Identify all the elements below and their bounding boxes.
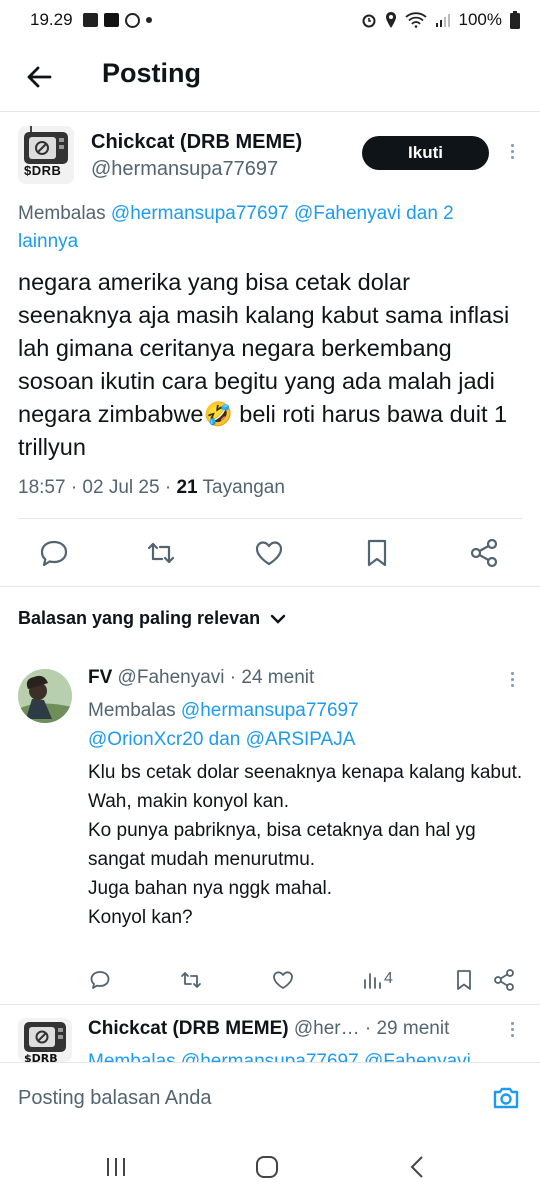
reply-line: Juga bahan nya nggk mahal. xyxy=(88,878,333,899)
views-label: Tayangan xyxy=(197,477,285,498)
camera-icon[interactable] xyxy=(492,1085,520,1111)
like-icon[interactable] xyxy=(252,536,286,570)
view-count[interactable]: 21 xyxy=(176,477,197,498)
post-actions xyxy=(0,532,540,574)
reply-avatar[interactable] xyxy=(18,669,72,723)
reply2-author-name[interactable]: Chickcat (DRB MEME) xyxy=(88,1018,289,1039)
reply-prefix: Membalas xyxy=(88,700,181,721)
more-options-icon[interactable] xyxy=(509,144,515,159)
system-nav-bar xyxy=(0,1128,540,1200)
reply-composer[interactable]: Posting balasan Anda xyxy=(0,1062,540,1128)
status-bar: 19.29 100% xyxy=(0,0,540,40)
battery-icon xyxy=(510,11,520,29)
reply-context: Membalas @hermansupa77697 @Fahenyavi dan… xyxy=(18,200,518,256)
reply-line: Klu bs cetak dolar seenaknya kenapa kala… xyxy=(88,762,523,783)
actions-divider xyxy=(0,586,540,587)
reply2-handle[interactable]: @her… xyxy=(289,1018,360,1039)
author-handle[interactable]: @hermansupa77697 xyxy=(91,158,278,181)
reply-handle-time[interactable]: @Fahenyavi · 24 menit xyxy=(112,667,315,688)
sort-label: Balasan yang paling relevan xyxy=(18,608,261,628)
signal-icon xyxy=(435,14,450,27)
reply2-more-options-icon[interactable] xyxy=(509,1022,515,1037)
author-avatar[interactable]: $DRB xyxy=(18,126,74,184)
location-icon xyxy=(385,12,396,28)
facebook-icon xyxy=(103,13,119,27)
battery-percent: 100% xyxy=(458,10,502,29)
share-icon[interactable] xyxy=(467,536,501,570)
repost-icon[interactable] xyxy=(179,968,203,992)
notification-dot-icon xyxy=(145,17,152,23)
post-timestamp: 18:57 · 02 Jul 25 · xyxy=(18,477,177,498)
meta-divider xyxy=(18,518,522,519)
reply-divider xyxy=(0,1004,540,1005)
reply-actions: 4 xyxy=(0,966,540,996)
post-text: negara amerika yang bisa cetak dolar see… xyxy=(18,269,510,460)
bookmark-icon[interactable] xyxy=(360,536,394,570)
back-arrow-icon[interactable] xyxy=(24,62,54,92)
back-nav-icon[interactable] xyxy=(408,1156,426,1178)
alarm-icon xyxy=(362,14,376,28)
avatar-text: $DRB xyxy=(24,163,62,178)
share-icon[interactable] xyxy=(492,968,516,992)
svg-text:$DRB: $DRB xyxy=(24,1052,58,1062)
reply-icon[interactable] xyxy=(88,968,112,992)
recent-apps-icon[interactable] xyxy=(104,1156,128,1178)
reply-view-count: 4 xyxy=(384,970,393,987)
reply2-time: · 29 menit xyxy=(359,1018,450,1039)
reply-author-name[interactable]: FV xyxy=(88,667,112,688)
whatsapp-icon xyxy=(124,12,140,28)
reply-line: Wah, makin konyol kan. xyxy=(88,791,289,812)
reply-prefix: Membalas xyxy=(18,203,111,224)
gallery-icon xyxy=(82,13,98,27)
reply2-context: Membalas @hermansupa77697 @Fahenyavi xyxy=(88,1051,471,1062)
sort-dropdown[interactable]: Balasan yang paling relevan xyxy=(18,608,286,629)
follow-button[interactable]: Ikuti xyxy=(362,136,489,170)
reply2-context-clip: Membalas @hermansupa77697 @Fahenyavi xyxy=(88,1047,528,1062)
like-icon[interactable] xyxy=(271,968,295,992)
reply-text: Klu bs cetak dolar seenaknya kenapa kala… xyxy=(88,758,528,932)
header: Posting xyxy=(0,44,540,108)
mention-hermansupa[interactable]: @hermansupa77697 xyxy=(181,700,359,721)
reply-input-placeholder[interactable]: Posting balasan Anda xyxy=(18,1087,212,1110)
views-icon[interactable] xyxy=(360,968,384,992)
author-name[interactable]: Chickcat (DRB MEME) xyxy=(91,131,302,154)
reply-icon[interactable] xyxy=(37,536,71,570)
reply-line: Ko punya pabriknya, bisa cetaknya dan ha… xyxy=(88,820,476,870)
page-title: Posting xyxy=(102,58,201,88)
repost-icon[interactable] xyxy=(144,536,178,570)
header-divider xyxy=(0,111,540,112)
bookmark-icon[interactable] xyxy=(452,968,476,992)
mention-orionxcr[interactable]: @OrionXcr20 xyxy=(88,729,203,750)
post-meta: 18:57 · 02 Jul 25 · 21 Tayangan xyxy=(18,477,285,499)
mention-join: dan xyxy=(203,729,246,750)
reply-more-options-icon[interactable] xyxy=(509,672,515,687)
home-icon[interactable] xyxy=(255,1156,279,1178)
reply-mentions[interactable]: @hermansupa77697 @Fahenyavi xyxy=(111,203,401,224)
avatar-photo-icon xyxy=(18,669,72,723)
wifi-icon xyxy=(404,12,427,28)
reply-line: Konyol kan? xyxy=(88,907,193,928)
mention-arsipaja[interactable]: @ARSIPAJA xyxy=(246,729,356,750)
reply-header: FV @Fahenyavi · 24 menit xyxy=(88,667,314,689)
reply-context: Membalas @hermansupa77697 @OrionXcr20 da… xyxy=(88,696,518,754)
tv-logo-icon: $DRB xyxy=(24,1022,66,1062)
reply2-header: Chickcat (DRB MEME) @her… · 29 menit xyxy=(88,1018,449,1040)
chevron-down-icon xyxy=(270,614,286,624)
status-time: 19.29 xyxy=(30,10,73,29)
reply2-avatar[interactable]: $DRB xyxy=(18,1018,72,1062)
